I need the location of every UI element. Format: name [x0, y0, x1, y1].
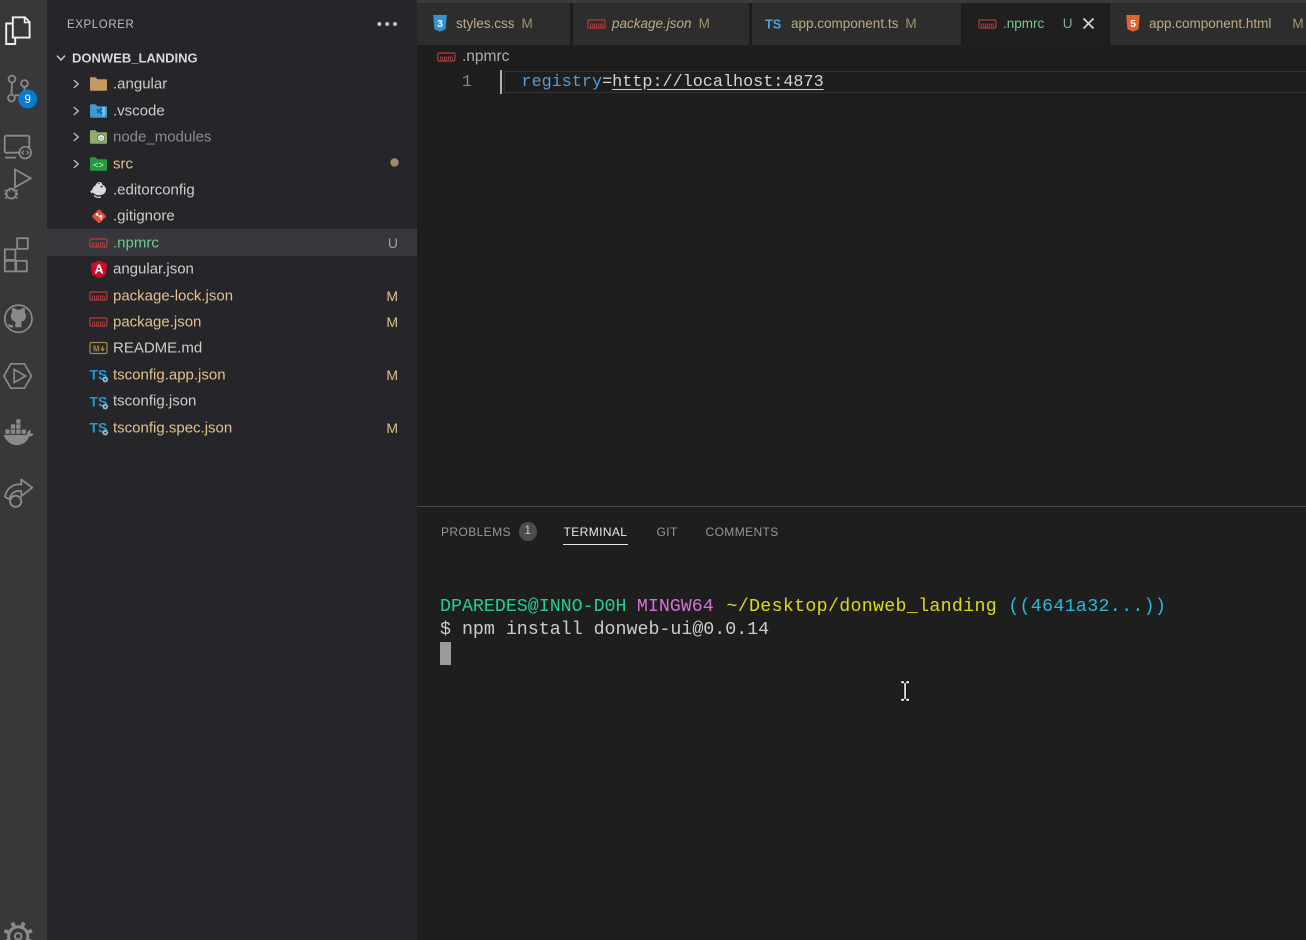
svg-text:M: M: [93, 345, 100, 354]
svg-text:9: 9: [24, 94, 30, 106]
svg-text:npm: npm: [980, 22, 994, 29]
svg-text:<>: <>: [93, 161, 104, 171]
svg-text:npm: npm: [92, 320, 106, 327]
svg-text:npm: npm: [92, 293, 106, 300]
svg-text:5: 5: [1130, 18, 1136, 30]
svg-text:npm: npm: [589, 22, 603, 29]
svg-text:n: n: [100, 136, 103, 142]
svg-text:npm: npm: [92, 240, 106, 247]
svg-text:TS: TS: [765, 16, 781, 31]
svg-text:A: A: [94, 262, 103, 276]
svg-text:3: 3: [437, 18, 443, 30]
svg-text:npm: npm: [440, 55, 454, 62]
